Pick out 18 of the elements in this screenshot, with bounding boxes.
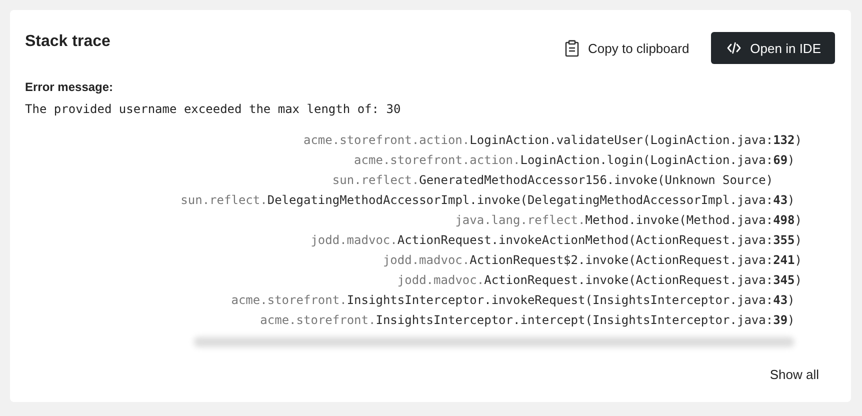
stack-frame: jodd.madvoc.ActionRequest$2.invoke(ActionRequest.java:241) bbox=[382, 250, 802, 270]
copy-button[interactable]: Copy to clipboard bbox=[565, 40, 690, 56]
clipboard-icon bbox=[565, 40, 579, 56]
stack-frame: acme.storefront.InsightsInterceptor.invokeRequest(InsightsInterceptor.java:43) bbox=[231, 290, 802, 310]
stack-frame: acme.storefront.action.LoginAction.validateUser(LoginAction.java:132) bbox=[303, 130, 802, 150]
stack-frame: acme.storefront.InsightsInterceptor.intercept(InsightsInterceptor.java:39) bbox=[260, 310, 802, 330]
stack-frame: acme.storefront.action.LoginAction.login(LoginAction.java:69) bbox=[354, 150, 802, 170]
code-icon bbox=[727, 42, 742, 54]
open-in-ide-button[interactable]: Open in IDE bbox=[711, 32, 835, 64]
stack-frame: jodd.madvoc.ActionRequest.invokeActionMethod(ActionRequest.java:355) bbox=[310, 230, 802, 250]
stack-frame: sun.reflect.DelegatingMethodAccessorImpl.invoke(DelegatingMethodAccessorImpl.java:43) bbox=[180, 190, 802, 210]
error-message: The provided username exceeded the max length of: 30 bbox=[25, 102, 402, 116]
stack-frame: sun.reflect.GeneratedMethodAccessor156.invoke(Unknown Source) bbox=[332, 170, 802, 190]
panel-title: Stack trace bbox=[25, 33, 110, 51]
show-all-button[interactable]: Show all bbox=[770, 367, 819, 382]
stack-frame: jodd.madvoc.ActionRequest.invoke(ActionRequest.java:345) bbox=[397, 270, 802, 290]
stack-frame: java.lang.reflect.Method.invoke(Method.java:498) bbox=[455, 210, 802, 230]
error-label: Error message: bbox=[25, 80, 114, 94]
